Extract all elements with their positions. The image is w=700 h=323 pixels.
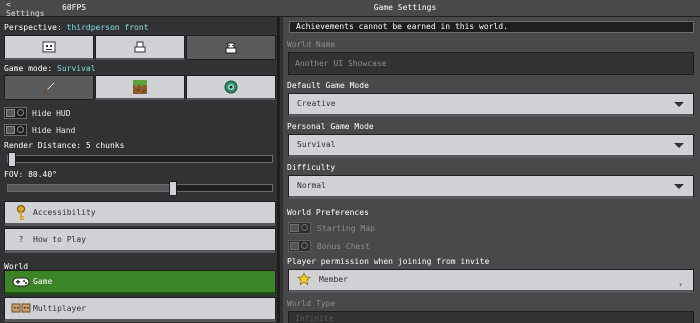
fov-slider[interactable] — [7, 181, 273, 196]
game-mode-selector — [4, 75, 276, 100]
chevron-down-icon — [674, 143, 684, 148]
difficulty-dropdown[interactable]: Normal — [288, 175, 694, 199]
grass-block-icon — [133, 80, 147, 94]
achievements-notice: Achievements cannot be earned in this wo… — [289, 21, 694, 33]
player-permission-label: Player permission when joining from invi… — [287, 257, 490, 266]
perspective-firstperson-button[interactable] — [4, 35, 94, 60]
world-preferences-label: World Preferences — [287, 208, 369, 217]
multiplayer-nav-button[interactable]: Multiplayer — [4, 297, 276, 322]
world-type-field: Infinite — [288, 311, 694, 323]
game-mode-value: Survival — [57, 64, 96, 73]
default-game-mode-value: Creative — [297, 99, 336, 108]
top-bar: < Settings 60FPS Game Settings — [0, 0, 700, 18]
page-title: Game Settings — [373, 3, 437, 12]
fov-fill — [8, 185, 173, 191]
perspective-selector — [4, 35, 276, 60]
game-nav-button[interactable]: Game — [4, 270, 276, 295]
multiplayer-nav-label: Multiplayer — [33, 304, 86, 313]
difficulty-value: Normal — [297, 181, 326, 190]
personal-game-mode-dropdown[interactable]: Survival — [288, 134, 694, 158]
fov-label: FOV: 80.40° — [4, 170, 57, 179]
right-panel: Achievements cannot be earned in this wo… — [283, 17, 700, 323]
default-game-mode-dropdown[interactable]: Creative — [288, 93, 694, 117]
hide-hand-label: Hide Hand — [32, 125, 76, 135]
world-name-field[interactable]: Another UI Showcase — [288, 52, 694, 75]
difficulty-label: Difficulty — [287, 163, 336, 172]
multiplayer-icon — [9, 302, 33, 316]
accessibility-label: Accessibility — [33, 208, 96, 217]
hide-hand-row: Hide Hand — [4, 124, 75, 136]
starting-map-row: Starting Map — [288, 222, 375, 234]
world-name-label: World Name — [287, 40, 336, 49]
game-mode-creative-button[interactable] — [95, 75, 185, 100]
hide-hud-label: Hide HUD — [32, 108, 71, 118]
personal-game-mode-value: Survival — [297, 140, 336, 149]
bonus-chest-row: Bonus Chest — [288, 240, 370, 252]
question-icon: ? — [18, 235, 24, 244]
how-to-play-button[interactable]: ? How to Play — [4, 228, 276, 253]
bonus-chest-toggle[interactable] — [288, 240, 311, 252]
thirdperson-front-icon — [225, 42, 237, 53]
chevron-down-icon — [674, 102, 684, 107]
render-distance-label: Render Distance: 5 chunks — [4, 141, 125, 150]
player-permission-dropdown[interactable]: Member › — [288, 269, 694, 293]
perspective-label: Perspective: thirdperson front — [4, 23, 149, 32]
key-icon — [9, 204, 33, 221]
game-mode-label: Game mode: Survival — [4, 64, 96, 73]
perspective-value: thirdperson front — [66, 23, 149, 32]
thirdperson-back-icon — [134, 41, 146, 53]
sword-icon — [43, 81, 56, 94]
starting-map-label: Starting Map — [317, 223, 375, 233]
default-game-mode-label: Default Game Mode — [287, 81, 369, 90]
player-permission-value: Member — [319, 275, 348, 284]
game-nav-label: Game — [33, 277, 53, 286]
accessibility-button[interactable]: Accessibility — [4, 201, 276, 226]
left-panel: Perspective: thirdperson front Game mode… — [0, 17, 280, 323]
fov-thumb[interactable] — [169, 181, 177, 196]
render-distance-thumb[interactable] — [8, 152, 16, 167]
world-type-label: World Type — [287, 299, 336, 308]
hide-hand-toggle[interactable] — [4, 124, 27, 136]
starting-map-toggle[interactable] — [288, 222, 311, 234]
hide-hud-toggle[interactable] — [4, 107, 27, 119]
personal-game-mode-label: Personal Game Mode — [287, 122, 374, 131]
perspective-thirdperson-front-button[interactable] — [186, 35, 276, 60]
hide-hud-row: Hide HUD — [4, 107, 71, 119]
star-icon — [297, 272, 311, 294]
game-mode-adventure-button[interactable] — [186, 75, 276, 100]
bonus-chest-label: Bonus Chest — [317, 241, 370, 251]
controller-icon — [9, 276, 33, 288]
ender-eye-icon — [224, 80, 238, 94]
firstperson-icon — [42, 41, 56, 53]
how-to-play-label: How to Play — [33, 235, 86, 244]
chevron-down-icon — [674, 184, 684, 189]
render-distance-slider[interactable] — [7, 152, 273, 167]
perspective-thirdperson-back-button[interactable] — [95, 35, 185, 60]
game-mode-survival-button[interactable] — [4, 75, 94, 100]
chevron-right-icon: › — [678, 280, 683, 289]
